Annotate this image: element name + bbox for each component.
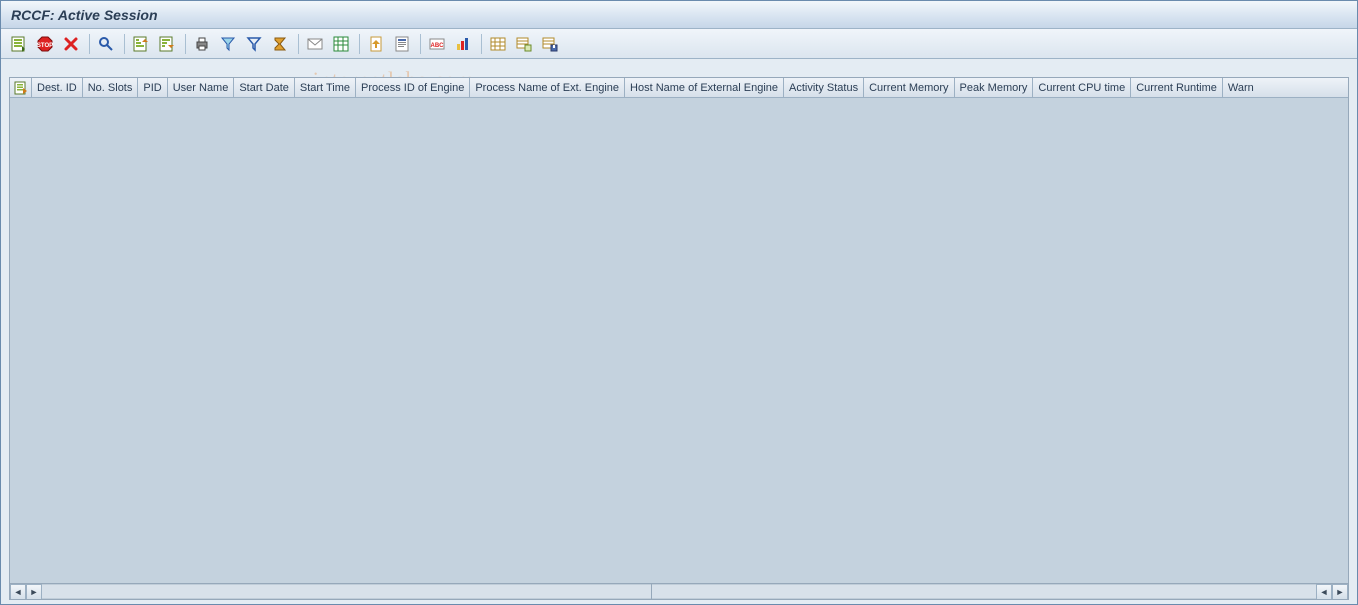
sort-desc-button[interactable]: [155, 33, 179, 55]
col-header-proc-name-ext[interactable]: Process Name of Ext. Engine: [470, 78, 625, 97]
col-header-activity[interactable]: Activity Status: [784, 78, 864, 97]
col-header-cur-mem[interactable]: Current Memory: [864, 78, 954, 97]
col-header-cpu-time[interactable]: Current CPU time: [1033, 78, 1131, 97]
col-header-warn[interactable]: Warn: [1223, 78, 1259, 97]
sort-asc-button[interactable]: [129, 33, 153, 55]
col-header-dest-id[interactable]: Dest. ID: [32, 78, 83, 97]
cancel-icon: [63, 36, 79, 52]
col-header-runtime[interactable]: Current Runtime: [1131, 78, 1223, 97]
export-file-button[interactable]: [364, 33, 388, 55]
stop-button[interactable]: STOP: [33, 33, 57, 55]
sort-desc-icon: [159, 36, 175, 52]
toolbar-separator: [185, 34, 186, 54]
layout-change-icon: [490, 36, 506, 52]
print-button[interactable]: [190, 33, 214, 55]
toolbar-separator: [359, 34, 360, 54]
toolbar-separator: [89, 34, 90, 54]
abc-icon: ABC: [429, 36, 445, 52]
toolbar-separator: [481, 34, 482, 54]
sum-icon: [272, 36, 288, 52]
toolbar-separator: [420, 34, 421, 54]
layout-select-icon: [516, 36, 532, 52]
refresh-icon: [11, 36, 27, 52]
col-header-no-slots[interactable]: No. Slots: [83, 78, 139, 97]
toolbar-separator: [298, 34, 299, 54]
layout-save-icon: [542, 36, 558, 52]
alv-grid: Dest. ID No. Slots PID User Name Start D…: [9, 77, 1349, 600]
grid-header-row: Dest. ID No. Slots PID User Name Start D…: [10, 78, 1348, 98]
filter-button[interactable]: [242, 33, 266, 55]
hscroll-left: ◄ ►: [10, 584, 652, 599]
filter-set-button[interactable]: [216, 33, 240, 55]
scroll-left-button[interactable]: ◄: [10, 584, 26, 600]
stop-icon: STOP: [37, 36, 53, 52]
layout-change-button[interactable]: [486, 33, 510, 55]
graphic-button[interactable]: [451, 33, 475, 55]
mail-button[interactable]: [303, 33, 327, 55]
select-all-button[interactable]: [10, 78, 32, 97]
col-header-start-date[interactable]: Start Date: [234, 78, 295, 97]
cancel-button[interactable]: [59, 33, 83, 55]
spacer: [1, 59, 1357, 77]
refresh-button[interactable]: [7, 33, 31, 55]
export-excel-icon: [333, 36, 349, 52]
layout-save-button[interactable]: [538, 33, 562, 55]
details-button[interactable]: [94, 33, 118, 55]
export-excel-button[interactable]: [329, 33, 353, 55]
title-bar: RCCF: Active Session: [1, 1, 1357, 29]
col-header-user-name[interactable]: User Name: [168, 78, 235, 97]
page-title: RCCF: Active Session: [11, 7, 158, 23]
horizontal-scrollbars: ◄ ► ◄ ►: [10, 583, 1348, 599]
select-all-icon: [14, 81, 28, 95]
toolbar: www.internetlabs.com STOP: [1, 29, 1357, 59]
mail-icon: [307, 36, 323, 52]
details-icon: [98, 36, 114, 52]
sum-button[interactable]: [268, 33, 292, 55]
app-window: RCCF: Active Session www.internetlabs.co…: [0, 0, 1358, 605]
word-icon: [394, 36, 410, 52]
hscroll-right: ◄ ►: [652, 584, 1348, 599]
toolbar-separator: [124, 34, 125, 54]
scroll-track-right[interactable]: [652, 584, 1316, 599]
col-header-start-time[interactable]: Start Time: [295, 78, 356, 97]
col-header-pid[interactable]: PID: [138, 78, 167, 97]
col-header-proc-id-engine[interactable]: Process ID of Engine: [356, 78, 470, 97]
grid-body-empty: [10, 98, 1348, 583]
filter-set-icon: [220, 36, 236, 52]
content-area: Dest. ID No. Slots PID User Name Start D…: [1, 77, 1357, 604]
layout-select-button[interactable]: [512, 33, 536, 55]
scroll-track-left[interactable]: [42, 584, 651, 599]
svg-text:ABC: ABC: [431, 43, 445, 49]
col-header-peak-mem[interactable]: Peak Memory: [955, 78, 1034, 97]
abc-button[interactable]: ABC: [425, 33, 449, 55]
export-file-icon: [368, 36, 384, 52]
graphic-icon: [455, 36, 471, 52]
col-header-host-ext[interactable]: Host Name of External Engine: [625, 78, 784, 97]
export-word-button[interactable]: [390, 33, 414, 55]
scroll-left-button-2[interactable]: ◄: [1316, 584, 1332, 600]
filter-icon: [246, 36, 262, 52]
scroll-right-button-2[interactable]: ►: [1332, 584, 1348, 600]
scroll-right-button[interactable]: ►: [26, 584, 42, 600]
sort-asc-icon: [133, 36, 149, 52]
print-icon: [194, 36, 210, 52]
svg-text:STOP: STOP: [37, 43, 53, 49]
